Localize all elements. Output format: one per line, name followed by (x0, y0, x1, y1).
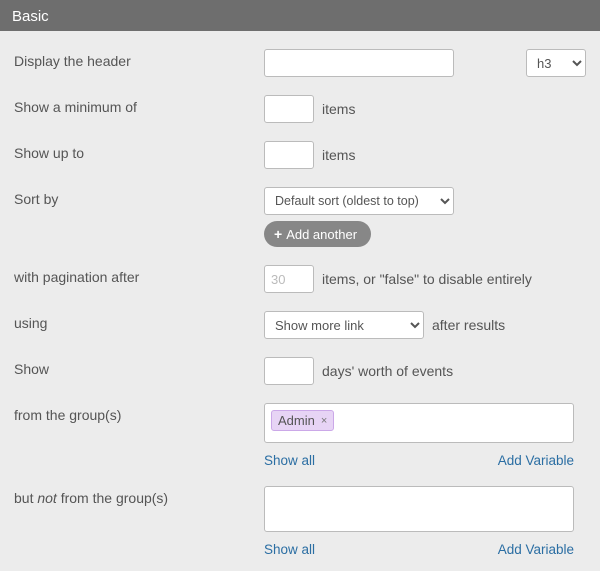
label-max: Show up to (14, 141, 264, 161)
close-icon[interactable]: × (321, 415, 327, 427)
row-groups: from the group(s) Admin × Show all Add V… (14, 403, 586, 468)
row-sort: Sort by Default sort (oldest to top) + A… (14, 187, 586, 247)
row-header: Display the header h3 (14, 49, 586, 77)
groups-tokenbox[interactable]: Admin × (264, 403, 574, 443)
controls-min: items (264, 95, 586, 123)
pagination-suffix: items, or "false" to disable entirely (322, 271, 532, 287)
label-sort: Sort by (14, 187, 264, 207)
add-another-label: Add another (286, 227, 357, 242)
min-items-input[interactable] (264, 95, 314, 123)
plus-icon: + (274, 227, 282, 241)
controls-pagination: items, or "false" to disable entirely (264, 265, 586, 293)
label-header: Display the header (14, 49, 264, 69)
label-using: using (14, 311, 264, 331)
controls-days: days' worth of events (264, 357, 586, 385)
heading-level-select[interactable]: h3 (526, 49, 586, 77)
label-days: Show (14, 357, 264, 377)
using-suffix: after results (432, 317, 505, 333)
group-token-label: Admin (278, 413, 315, 428)
days-input[interactable] (264, 357, 314, 385)
controls-exclude-groups: Show all Add Variable (264, 486, 586, 557)
row-days: Show days' worth of events (14, 357, 586, 385)
exclude-groups-links: Show all Add Variable (264, 542, 574, 557)
exclude-show-all-link[interactable]: Show all (264, 542, 315, 557)
label-min: Show a minimum of (14, 95, 264, 115)
sort-select[interactable]: Default sort (oldest to top) (264, 187, 454, 215)
pager-select[interactable]: Show more link (264, 311, 424, 339)
label-pagination: with pagination after (14, 265, 264, 285)
max-suffix: items (322, 147, 355, 163)
controls-header: h3 (264, 49, 586, 77)
label-exclude-groups: but not from the group(s) (14, 486, 264, 506)
group-token[interactable]: Admin × (271, 410, 334, 431)
groups-add-variable-link[interactable]: Add Variable (498, 453, 574, 468)
days-suffix: days' worth of events (322, 363, 453, 379)
exclude-add-variable-link[interactable]: Add Variable (498, 542, 574, 557)
panel-body: Display the header h3 Show a minimum of … (0, 31, 600, 571)
pagination-input[interactable] (264, 265, 314, 293)
exclude-groups-tokenbox[interactable] (264, 486, 574, 532)
row-min: Show a minimum of items (14, 95, 586, 123)
controls-using: Show more link after results (264, 311, 586, 339)
label-groups: from the group(s) (14, 403, 264, 423)
controls-sort: Default sort (oldest to top) + Add anoth… (264, 187, 586, 247)
row-using: using Show more link after results (14, 311, 586, 339)
header-input[interactable] (264, 49, 454, 77)
panel-title: Basic (0, 2, 600, 31)
row-pagination: with pagination after items, or "false" … (14, 265, 586, 293)
controls-max: items (264, 141, 586, 169)
max-items-input[interactable] (264, 141, 314, 169)
row-exclude-groups: but not from the group(s) Show all Add V… (14, 486, 586, 557)
groups-links: Show all Add Variable (264, 453, 574, 468)
groups-show-all-link[interactable]: Show all (264, 453, 315, 468)
controls-groups: Admin × Show all Add Variable (264, 403, 586, 468)
add-another-button[interactable]: + Add another (264, 221, 371, 247)
row-max: Show up to items (14, 141, 586, 169)
basic-panel: Basic Display the header h3 Show a minim… (0, 0, 600, 571)
min-suffix: items (322, 101, 355, 117)
